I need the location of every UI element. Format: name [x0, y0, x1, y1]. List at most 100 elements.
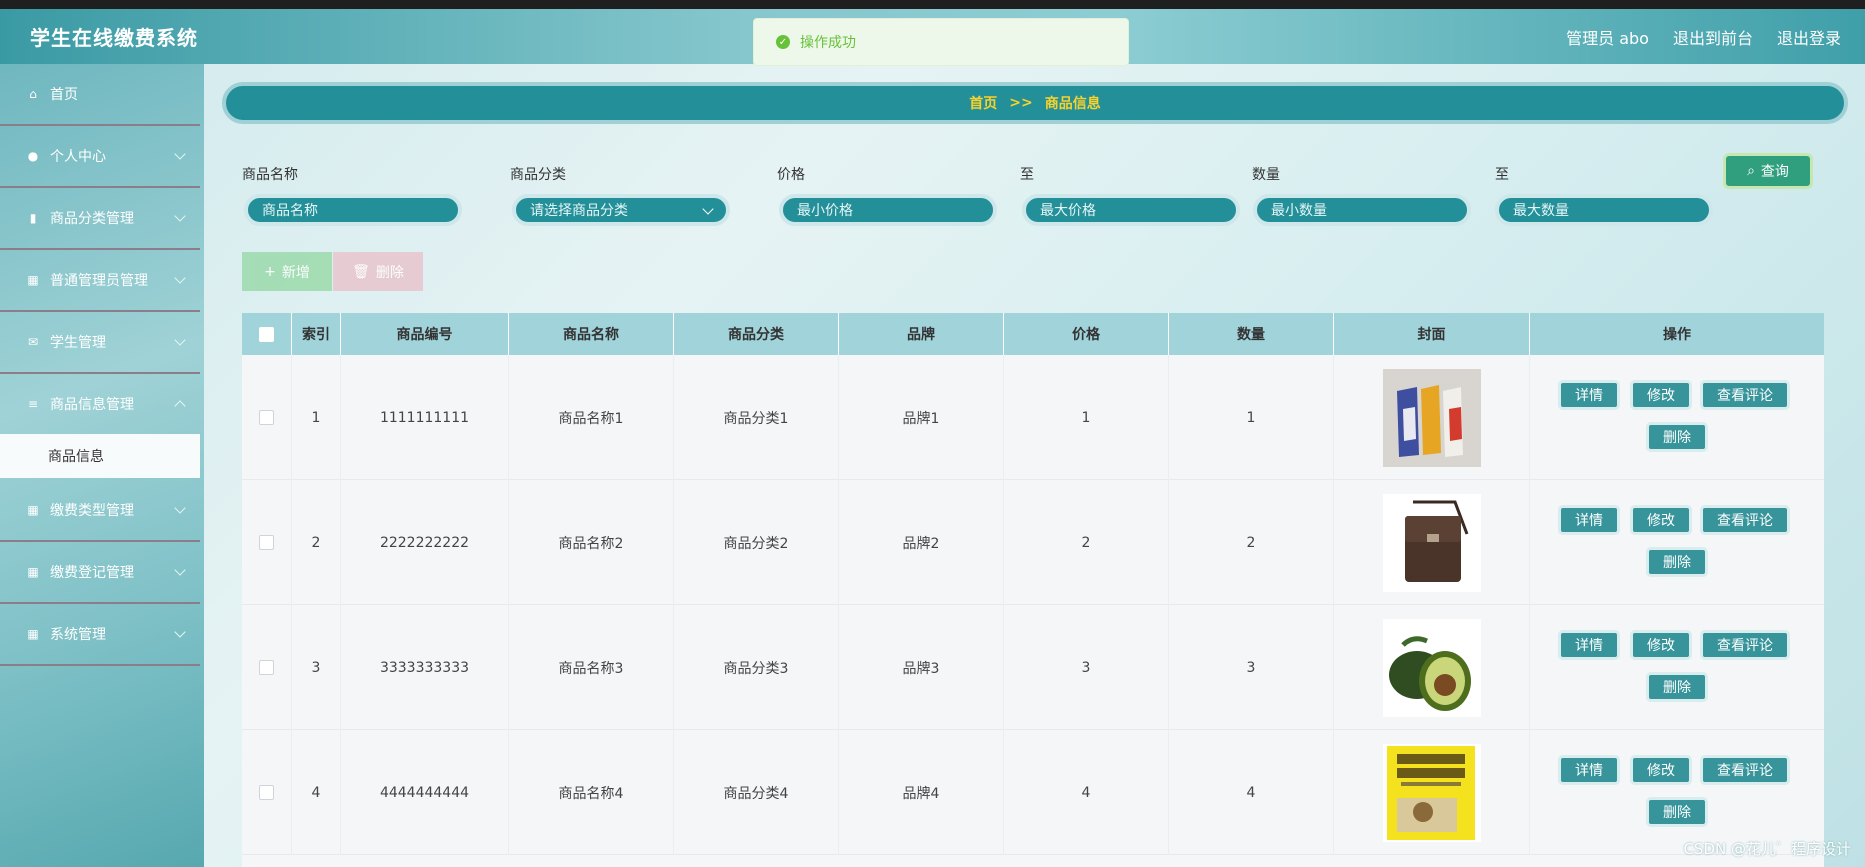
product-name-input[interactable]: 商品名称 [244, 194, 462, 226]
filter-label-name: 商品名称 [242, 167, 298, 183]
detail-button[interactable]: 详情 [1558, 505, 1620, 535]
checkbox[interactable] [259, 535, 274, 550]
min-qty-input[interactable]: 最小数量 [1253, 194, 1471, 226]
sidebar-item-category-mgmt[interactable]: ▮ 商品分类管理 [0, 188, 200, 250]
plus-icon: + [264, 263, 276, 280]
edit-button[interactable]: 修改 [1630, 755, 1692, 785]
top-strip [0, 0, 1865, 9]
detail-button[interactable]: 详情 [1558, 630, 1620, 660]
cell-category: 商品分类2 [674, 480, 839, 605]
max-qty-placeholder: 最大数量 [1513, 203, 1569, 219]
row-select[interactable] [242, 480, 292, 605]
filter-label-price-to: 至 [1020, 167, 1034, 183]
chevron-down-icon [174, 272, 186, 284]
grid-icon: ▦ [27, 273, 39, 287]
sidebar-item-label: 普通管理员管理 [50, 273, 148, 289]
sidebar-item-fee-registration-mgmt[interactable]: ▦ 缴费登记管理 [0, 542, 200, 604]
delete-button[interactable]: 删除 [1646, 547, 1708, 577]
sidebar-item-label: 缴费登记管理 [50, 565, 134, 581]
toast-message: 操作成功 [800, 35, 856, 51]
edit-button[interactable]: 修改 [1630, 505, 1692, 535]
product-name-placeholder: 商品名称 [262, 203, 318, 219]
success-toast: ✓ 操作成功 [753, 18, 1129, 66]
batch-delete-button[interactable]: 🗑 删除 [333, 252, 423, 291]
chevron-down-icon [174, 334, 186, 346]
cell-qty: 2 [1169, 480, 1334, 605]
checkbox[interactable] [259, 785, 274, 800]
watermark: CSDN @花儿゛程序设计 [1683, 840, 1851, 858]
sidebar-item-personal-center[interactable]: ● 个人中心 [0, 126, 200, 188]
cell-price: 2 [1004, 480, 1169, 605]
breadcrumb-home[interactable]: 首页 [969, 93, 997, 113]
col-header-cover: 封面 [1334, 313, 1530, 355]
cell-category: 商品分类1 [674, 355, 839, 480]
logout-link[interactable]: 退出登录 [1777, 25, 1841, 49]
trash-icon: 🗑 [352, 263, 370, 280]
checkbox[interactable] [259, 660, 274, 675]
app-title: 学生在线缴费系统 [30, 26, 198, 50]
min-qty-placeholder: 最小数量 [1271, 203, 1327, 219]
max-price-input[interactable]: 最大价格 [1022, 194, 1240, 226]
cell-code: 3333333333 [341, 605, 509, 730]
cell-brand: 品牌4 [839, 730, 1004, 855]
user-icon: ● [27, 149, 39, 163]
cell-index: 4 [292, 730, 341, 855]
search-icon: ⌕ [1747, 163, 1755, 179]
cell-category: 商品分类3 [674, 605, 839, 730]
sidebar-subitem-product-info[interactable]: 商品信息 [0, 434, 200, 478]
view-comments-button[interactable]: 查看评论 [1700, 505, 1790, 535]
cell-price: 4 [1004, 730, 1169, 855]
cell-cover [1334, 605, 1530, 730]
sidebar-item-fee-type-mgmt[interactable]: ▦ 缴费类型管理 [0, 480, 200, 542]
detail-button[interactable]: 详情 [1558, 380, 1620, 410]
cell-actions: 详情 修改 查看评论 删除 [1530, 605, 1824, 730]
max-qty-input[interactable]: 最大数量 [1495, 194, 1713, 226]
category-select[interactable]: 请选择商品分类 [512, 194, 730, 226]
edit-button[interactable]: 修改 [1630, 380, 1692, 410]
row-select[interactable] [242, 730, 292, 855]
cover-image-avocado [1382, 618, 1481, 717]
min-price-input[interactable]: 最小价格 [779, 194, 997, 226]
detail-button[interactable]: 详情 [1558, 755, 1620, 785]
cell-name: 商品名称1 [509, 355, 674, 480]
chevron-down-icon [174, 626, 186, 638]
sidebar-item-home[interactable]: ⌂ 首页 [0, 64, 200, 126]
view-comments-button[interactable]: 查看评论 [1700, 630, 1790, 660]
sidebar-item-system-mgmt[interactable]: ▦ 系统管理 [0, 604, 200, 666]
delete-button[interactable]: 删除 [1646, 672, 1708, 702]
admin-user-link[interactable]: 管理员 abo [1566, 25, 1649, 49]
header-links: 管理员 abo 退出到前台 退出登录 [1566, 25, 1841, 49]
add-button[interactable]: + 新增 [242, 252, 332, 291]
grid-icon: ▦ [27, 627, 39, 641]
ticket-icon: ✉ [27, 335, 39, 349]
row-select[interactable] [242, 355, 292, 480]
batch-delete-button-label: 删除 [375, 264, 404, 281]
cell-actions: 详情 修改 查看评论 删除 [1530, 480, 1824, 605]
sidebar-item-product-info-mgmt[interactable]: ≡ 商品信息管理 [0, 374, 200, 436]
col-header-code: 商品编号 [341, 313, 509, 355]
delete-button[interactable]: 删除 [1646, 797, 1708, 827]
exit-to-frontend-link[interactable]: 退出到前台 [1673, 25, 1753, 49]
cell-index: 2 [292, 480, 341, 605]
cell-name: 商品名称3 [509, 605, 674, 730]
cell-actions: 详情 修改 查看评论 删除 [1530, 730, 1824, 855]
cell-actions: 详情 修改 查看评论 删除 [1530, 355, 1824, 480]
query-button[interactable]: ⌕ 查询 [1723, 153, 1813, 189]
cell-qty: 3 [1169, 605, 1334, 730]
checkbox[interactable] [259, 410, 274, 425]
delete-button[interactable]: 删除 [1646, 422, 1708, 452]
checkbox[interactable] [259, 326, 274, 342]
chevron-down-icon [174, 210, 186, 222]
breadcrumb: 首页 >> 商品信息 [222, 82, 1848, 124]
view-comments-button[interactable]: 查看评论 [1700, 380, 1790, 410]
row-select[interactable] [242, 605, 292, 730]
col-header-category: 商品分类 [674, 313, 839, 355]
col-header-price: 价格 [1004, 313, 1169, 355]
view-comments-button[interactable]: 查看评论 [1700, 755, 1790, 785]
sidebar-item-student-mgmt[interactable]: ✉ 学生管理 [0, 312, 200, 374]
filter-label-price: 价格 [777, 167, 805, 183]
edit-button[interactable]: 修改 [1630, 630, 1692, 660]
sidebar-item-admin-mgmt[interactable]: ▦ 普通管理员管理 [0, 250, 200, 312]
header-select-all[interactable] [242, 313, 292, 355]
cover-image-drink-cartons [1382, 368, 1481, 467]
